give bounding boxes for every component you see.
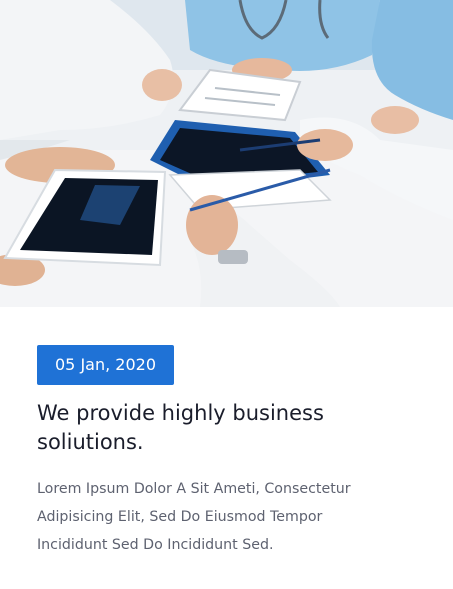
post-image[interactable] xyxy=(0,0,453,307)
date-badge: 05 Jan, 2020 xyxy=(37,345,174,385)
post-excerpt: Lorem Ipsum Dolor A Sit Ameti, Consectet… xyxy=(37,481,351,553)
meeting-photo xyxy=(0,0,453,307)
post-body: 05 Jan, 2020 We provide highly business … xyxy=(37,345,417,559)
blog-card[interactable]: 05 Jan, 2020 We provide highly business … xyxy=(0,0,453,589)
post-title[interactable]: We provide highly business soliutions. xyxy=(37,399,397,457)
